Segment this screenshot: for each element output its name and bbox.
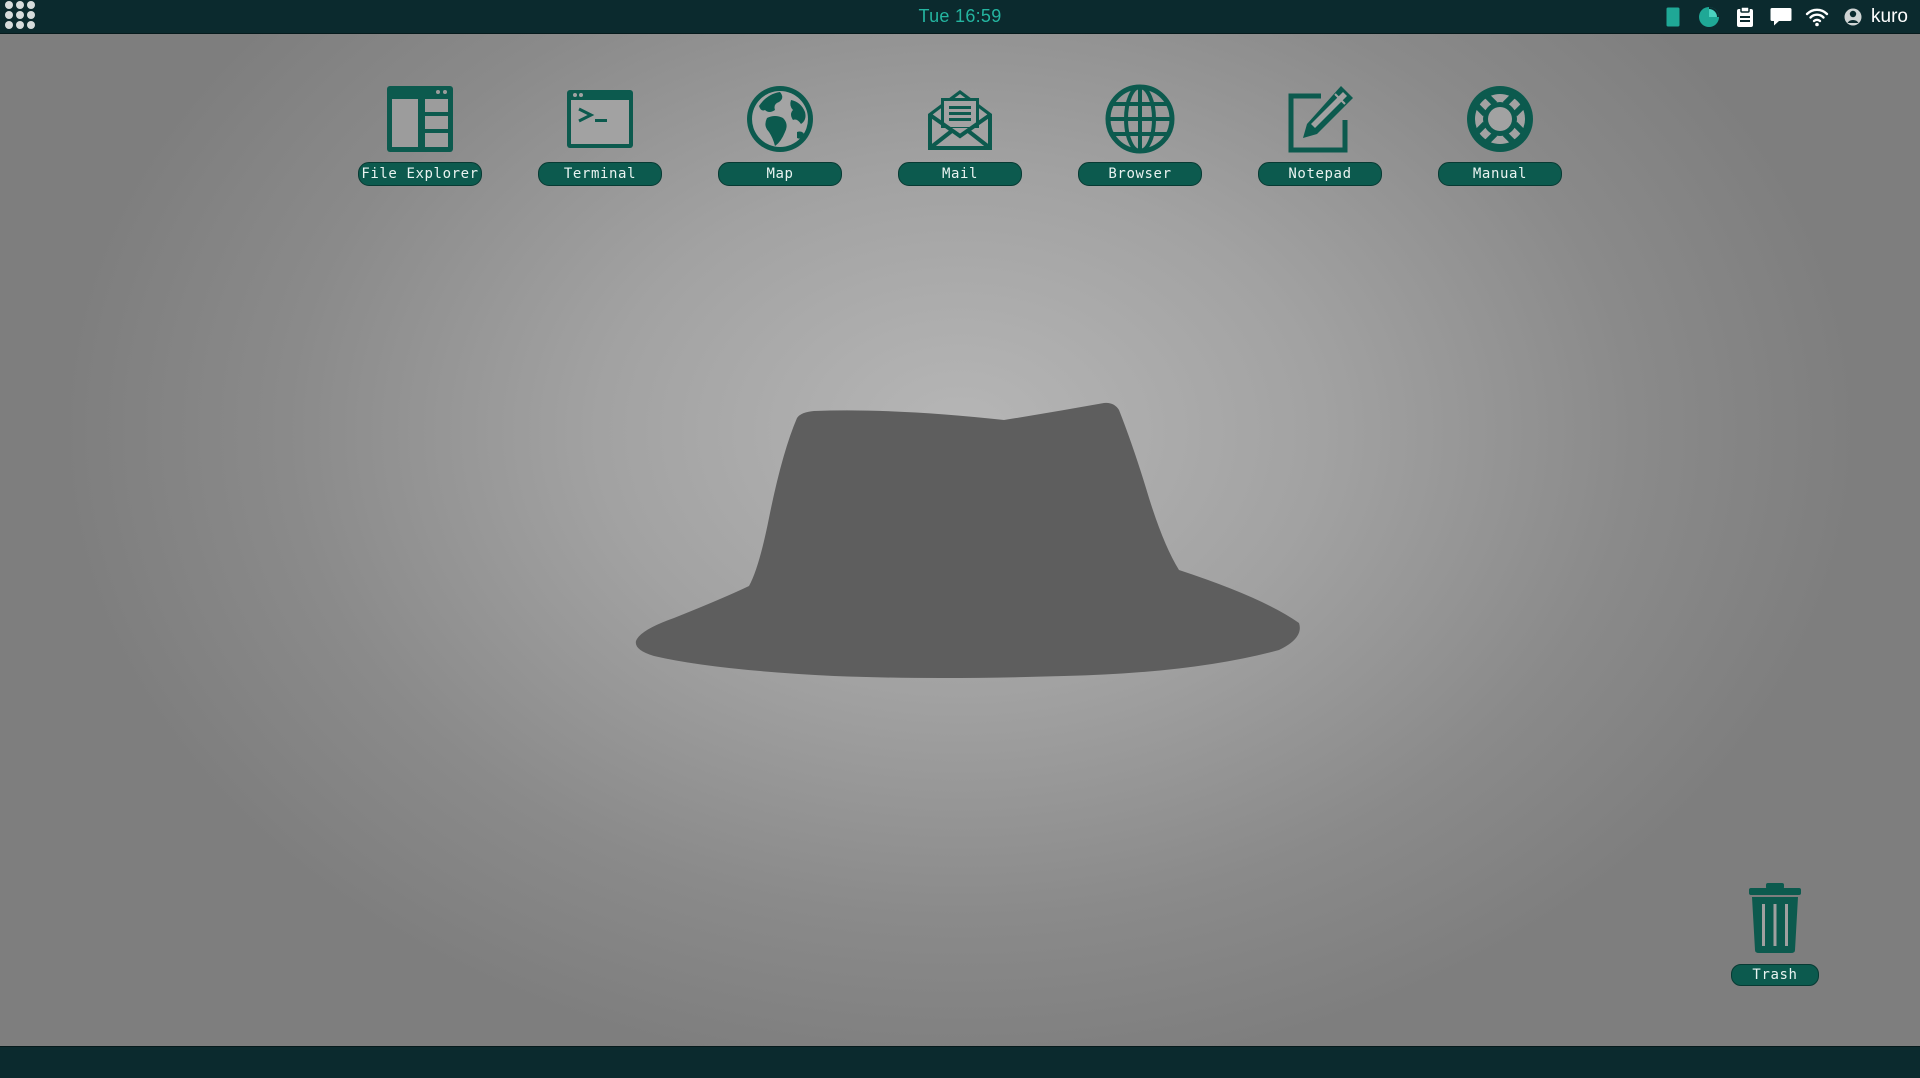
browser-shortcut[interactable]: Browser: [1078, 82, 1202, 186]
battery-icon[interactable]: [1661, 5, 1685, 29]
globe-map-icon: [747, 86, 813, 152]
file-explorer-icon: [387, 86, 453, 152]
browser-label: Browser: [1078, 162, 1202, 186]
file-explorer-label: File Explorer: [358, 162, 482, 186]
user-icon[interactable]: [1841, 5, 1865, 29]
chat-icon[interactable]: [1769, 5, 1793, 29]
map-label: Map: [718, 162, 842, 186]
top-panel: Tue 16:59 kuro: [0, 0, 1920, 34]
file-explorer-shortcut[interactable]: File Explorer: [358, 82, 482, 186]
mail-icon: [928, 90, 992, 150]
manual-shortcut[interactable]: Manual: [1438, 82, 1562, 186]
clock[interactable]: Tue 16:59: [0, 6, 1920, 27]
fedora-hat-logo: [635, 402, 1300, 678]
wifi-icon[interactable]: [1805, 5, 1829, 29]
system-tray: kuro: [1661, 0, 1908, 34]
pie-status-icon[interactable]: [1697, 5, 1721, 29]
browser-globe-icon: [1105, 84, 1175, 154]
lifebuoy-icon: [1467, 86, 1533, 152]
mail-label: Mail: [898, 162, 1022, 186]
manual-label: Manual: [1438, 162, 1562, 186]
terminal-icon: [567, 90, 633, 148]
username[interactable]: kuro: [1871, 6, 1908, 28]
clipboard-icon[interactable]: [1733, 5, 1757, 29]
mail-shortcut[interactable]: Mail: [898, 82, 1022, 186]
trash-icon: [1749, 883, 1801, 953]
terminal-shortcut[interactable]: Terminal: [538, 82, 662, 186]
terminal-label: Terminal: [538, 162, 662, 186]
trash-label: Trash: [1731, 964, 1819, 986]
notepad-shortcut[interactable]: Notepad: [1258, 82, 1382, 186]
desktop: Tue 16:59 kuro File Explorer Terminal Ma…: [0, 0, 1920, 1078]
map-shortcut[interactable]: Map: [718, 82, 842, 186]
notepad-label: Notepad: [1258, 162, 1382, 186]
bottom-panel: [0, 1046, 1920, 1078]
notepad-icon: [1288, 86, 1353, 153]
trash-shortcut[interactable]: Trash: [1731, 880, 1819, 988]
